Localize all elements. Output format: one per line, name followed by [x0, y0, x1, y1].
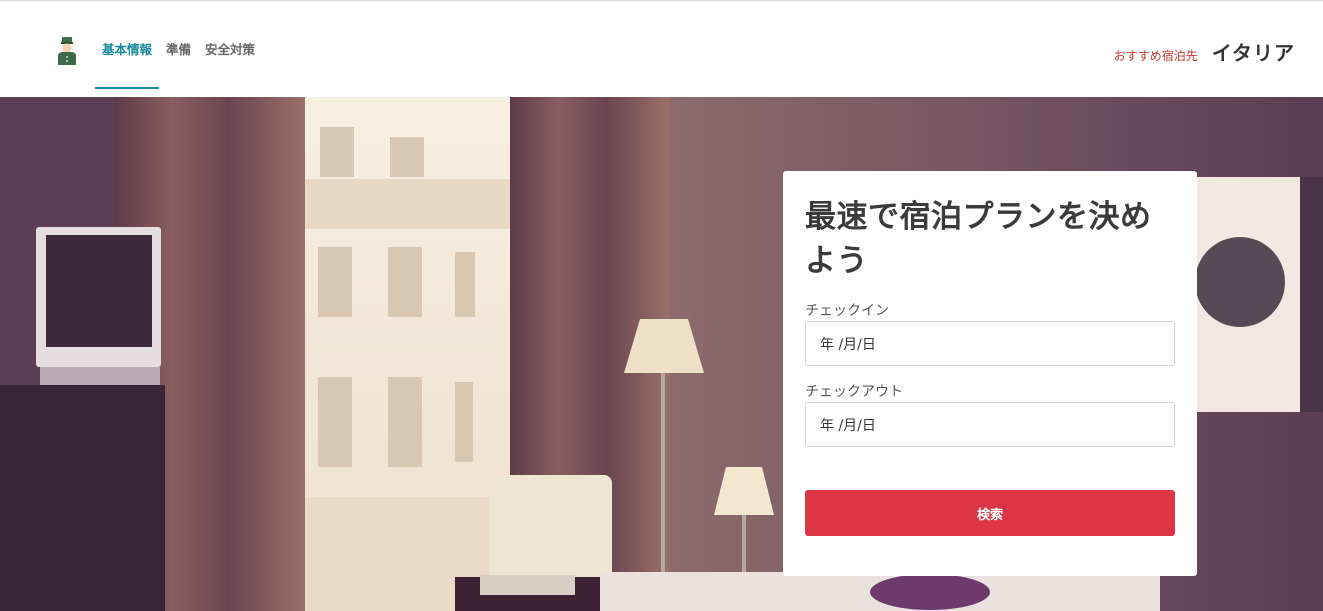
checkout-label: チェックアウト [805, 384, 903, 400]
search-button[interactable]: 検索 [805, 490, 1175, 536]
nav-basic-info[interactable]: 基本情報 [95, 3, 160, 89]
search-card: 最速で宿泊プランを決めよう チェックイン チェックアウト 検索 [783, 171, 1197, 576]
site-header: 基本情報 準備 安全対策 おすすめ宿泊先 イタリア [0, 3, 1323, 97]
search-title: 最速で宿泊プランを決めよう [805, 199, 1152, 279]
nav-preparation[interactable]: 準備 [159, 3, 198, 89]
destination-name: イタリア [1211, 41, 1295, 65]
recommend-link[interactable]: おすすめ宿泊先 [1114, 47, 1198, 64]
concierge-icon[interactable] [56, 37, 78, 65]
recommended-destination: おすすめ宿泊先 イタリア [1114, 37, 1295, 66]
checkout-date-input[interactable] [805, 402, 1175, 447]
nav-safety[interactable]: 安全対策 [198, 3, 262, 89]
main-nav: 基本情報 準備 安全対策 [95, 3, 262, 89]
checkin-label: チェックイン [805, 303, 889, 319]
hero-background: 最速で宿泊プランを決めよう チェックイン チェックアウト 検索 [0, 97, 1323, 611]
checkin-date-input[interactable] [805, 321, 1175, 366]
